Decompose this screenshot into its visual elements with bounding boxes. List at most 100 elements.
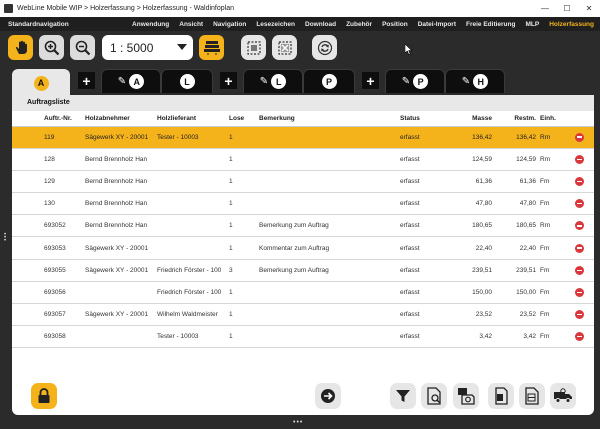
add-auftrag-button[interactable]: + <box>78 72 95 89</box>
filter-button[interactable] <box>390 383 416 409</box>
delete-icon[interactable] <box>574 332 584 342</box>
cell-bemerkung: Bemerkung zum Auftrag <box>259 214 400 238</box>
cell-bemerkung <box>259 170 400 194</box>
table-row[interactable]: 119 Sägewerk XY - 20001 Tester - 10003 1 erf… <box>12 126 594 149</box>
zoom-out-button[interactable] <box>70 35 95 60</box>
cell-status: erfasst <box>400 259 454 282</box>
zoom-out-icon <box>75 40 90 55</box>
print-button[interactable] <box>488 383 514 409</box>
tab-lose[interactable]: L <box>161 69 213 93</box>
tab-auftraege[interactable]: A <box>12 69 70 96</box>
list-button[interactable] <box>519 383 545 409</box>
menu-item-10[interactable]: Holzerfassung <box>549 21 594 28</box>
cell-auftr-nr: 693058 <box>12 325 85 349</box>
col-auftr-nr[interactable]: Auftr.-Nr. <box>12 111 85 127</box>
menu-item-5[interactable]: Zubehör <box>346 21 372 28</box>
delete-icon[interactable] <box>574 221 584 231</box>
menu-item-0[interactable]: Anwendung <box>132 21 169 28</box>
tab-letter: P <box>413 74 429 89</box>
delete-icon[interactable] <box>574 199 584 209</box>
cell-lose: 1 <box>229 192 259 216</box>
menu-item-9[interactable]: MLP <box>525 21 539 28</box>
zoom-in-icon <box>44 40 59 55</box>
table-row[interactable]: 130 Bernd Brennholz Han 1 erfasst 47,80 47,80… <box>12 192 594 216</box>
table-row[interactable]: 129 Bernd Brennholz Han 1 erfasst 61,36 61,36… <box>12 170 594 194</box>
tab-edit-auftrag[interactable]: ✎ A <box>101 69 161 93</box>
clear-selection-button[interactable] <box>272 35 297 60</box>
menu-item-7[interactable]: Datei-Import <box>418 21 456 28</box>
col-bemerkung[interactable]: Bemerkung <box>259 111 400 127</box>
cell-masse: 61,36 <box>454 170 492 194</box>
menu-item-3[interactable]: Lesezeichen <box>256 21 295 28</box>
table-row[interactable]: 693056 Friedrich Förster - 100 1 erfasst 150… <box>12 281 594 305</box>
zoom-in-button[interactable] <box>39 35 64 60</box>
tab-polter[interactable]: P <box>303 69 355 93</box>
cell-masse: 22,40 <box>454 236 492 260</box>
table-row[interactable]: 693058 Tester - 10003 1 erfasst 3,42 3,42 Fm <box>12 325 594 349</box>
col-holzabnehmer[interactable]: Holzabnehmer <box>85 111 157 127</box>
transport-button[interactable] <box>550 383 576 409</box>
table-row[interactable]: 693052 Bernd Brennholz Han 1 Bemerkung zum … <box>12 214 594 238</box>
refresh-button[interactable] <box>312 35 337 60</box>
cell-holzabnehmer: Sägewerk XY - 20001 <box>85 236 157 260</box>
menu-item-4[interactable]: Download <box>305 21 336 28</box>
bottom-panel-handle[interactable]: ••• <box>293 419 303 426</box>
truck-icon <box>554 388 572 403</box>
cell-restm: 136,42 <box>492 126 536 149</box>
table-row[interactable]: 693055 Sägewerk XY - 20001 Friedrich Först… <box>12 259 594 282</box>
delete-icon[interactable] <box>574 176 584 186</box>
map-layers-button[interactable] <box>199 35 224 60</box>
cell-einh: Rm <box>536 214 564 238</box>
tab-edit-los[interactable]: ✎ L <box>243 69 303 93</box>
cell-status: erfasst <box>400 126 454 149</box>
col-masse[interactable]: Masse <box>454 111 492 127</box>
delete-icon[interactable] <box>574 310 584 320</box>
cell-holzlieferant <box>157 214 229 238</box>
select-area-button[interactable] <box>241 35 266 60</box>
pan-tool-button[interactable] <box>8 35 33 60</box>
minimize-button[interactable]: — <box>534 0 556 17</box>
table-row[interactable]: 693057 Sägewerk XY - 20001 Wilhelm Waldmei… <box>12 303 594 327</box>
report-button[interactable] <box>421 383 447 409</box>
col-restm[interactable]: Restm. <box>492 111 536 127</box>
col-lose[interactable]: Lose <box>229 111 259 127</box>
menu-item-6[interactable]: Position <box>382 21 408 28</box>
menu-item-8[interactable]: Freie Editierung <box>466 21 515 28</box>
plus-icon: + <box>366 72 375 89</box>
scale-select[interactable]: 1 : 5000 <box>102 35 193 60</box>
col-einh[interactable]: Einh. <box>536 111 564 127</box>
menu-item-1[interactable]: Ansicht <box>179 21 203 28</box>
table-header-row: Auftr.-Nr. Holzabnehmer Holzlieferant Lo… <box>12 111 594 127</box>
tab-edit-holz[interactable]: ✎ H <box>445 69 505 93</box>
cell-restm: 150,00 <box>492 281 536 305</box>
lock-button[interactable] <box>31 383 57 409</box>
cell-einh: Fm <box>536 192 564 216</box>
cell-restm: 3,42 <box>492 325 536 349</box>
pencil-icon: ✎ <box>461 76 471 87</box>
add-los-button[interactable]: + <box>220 72 237 89</box>
tab-letter: L <box>271 74 287 89</box>
forward-button[interactable] <box>315 383 341 409</box>
side-panel-handle[interactable]: • • • <box>4 232 8 244</box>
cell-masse: 150,00 <box>454 281 492 305</box>
delete-icon[interactable] <box>574 265 584 275</box>
menu-item-2[interactable]: Navigation <box>213 21 246 28</box>
delete-icon[interactable] <box>574 287 584 297</box>
col-holzlieferant[interactable]: Holzlieferant <box>157 111 229 127</box>
close-button[interactable]: ✕ <box>578 0 600 17</box>
table-row[interactable]: 693053 Sägewerk XY - 20001 1 Kommentar zum … <box>12 236 594 260</box>
export-button[interactable] <box>453 383 479 409</box>
menu-standardnavigation[interactable]: Standardnavigation <box>0 21 69 28</box>
add-polter-button[interactable]: + <box>362 72 379 89</box>
delete-icon[interactable] <box>574 154 584 164</box>
cell-status: erfasst <box>400 236 454 260</box>
cell-lose: 1 <box>229 236 259 260</box>
col-status[interactable]: Status <box>400 111 454 127</box>
filter-icon <box>396 390 410 402</box>
delete-icon[interactable] <box>574 243 584 253</box>
table-row[interactable]: 128 Bernd Brennholz Han 1 erfasst 124,59 124,… <box>12 148 594 171</box>
cell-lose: 1 <box>229 303 259 327</box>
maximize-button[interactable]: ☐ <box>556 0 578 17</box>
tab-edit-polter[interactable]: ✎ P <box>385 69 445 93</box>
delete-icon[interactable] <box>574 132 584 142</box>
